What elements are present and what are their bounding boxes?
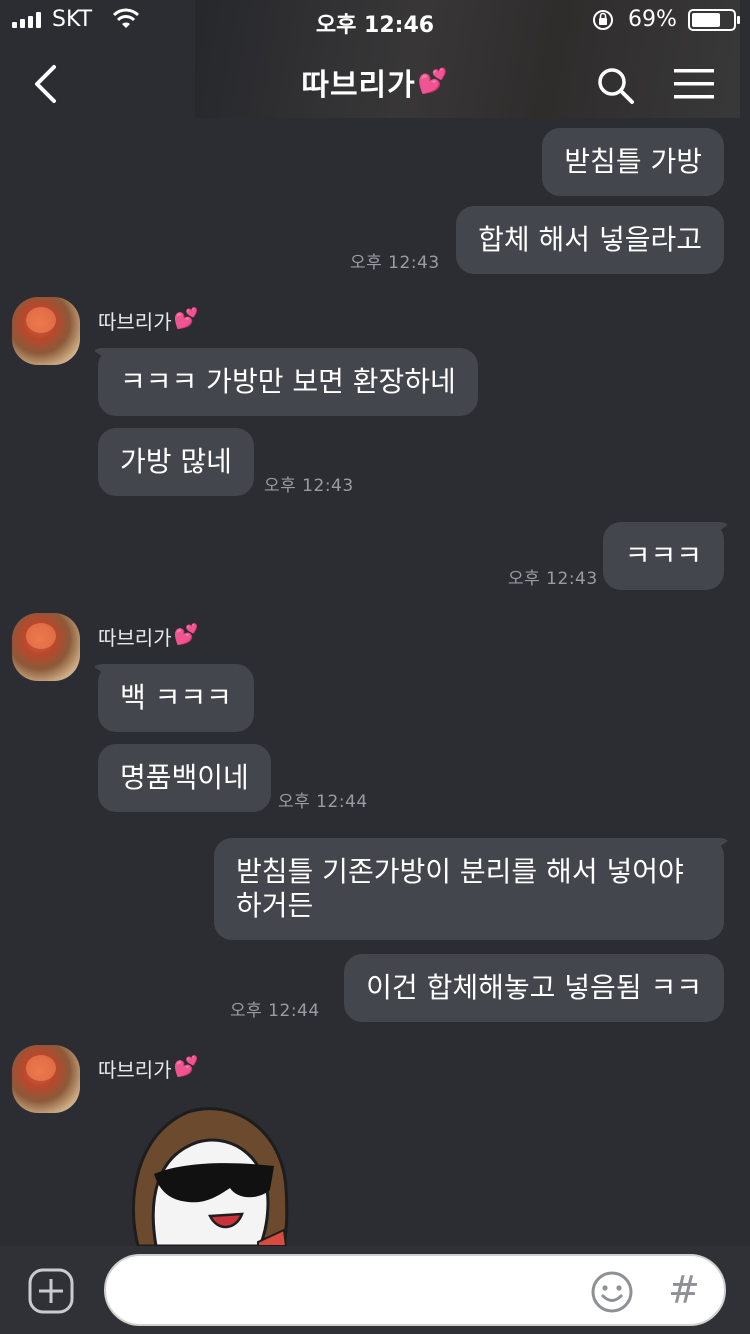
menu-icon[interactable] [674, 68, 714, 100]
sticker-image[interactable] [118, 1104, 298, 1246]
rotation-lock-icon [593, 10, 613, 30]
sender-name-text: 따브리가 [98, 626, 172, 650]
message-bubble-outgoing[interactable]: 받침틀 기존가방이 분리를 해서 넣어야 하거든 [214, 838, 724, 940]
message-bubble-outgoing[interactable]: ㅋㅋㅋ [602, 522, 724, 590]
message-timestamp: 오후 12:43 [350, 253, 440, 273]
heart-emoji-icon: 💕 [173, 622, 199, 646]
heart-emoji-icon: 💕 [173, 1054, 199, 1078]
battery-percent: 69% [628, 7, 677, 32]
message-timestamp: 오후 12:43 [508, 569, 598, 589]
message-timestamp: 오후 12:44 [230, 1001, 320, 1021]
message-bubble-outgoing[interactable]: 이건 합체해놓고 넣음됨 ㅋㅋ [344, 954, 724, 1022]
message-bubble-outgoing[interactable]: 합체 해서 넣을라고 [456, 206, 724, 274]
chat-title-text: 따브리가 [301, 68, 416, 103]
battery-icon [688, 9, 740, 31]
heart-emoji-icon: 💕 [417, 67, 449, 95]
emoji-icon[interactable] [590, 1270, 634, 1314]
hash-icon[interactable]: # [668, 1268, 700, 1312]
message-bubble-incoming[interactable]: 백 ㅋㅋㅋ [98, 664, 254, 732]
sender-name: 따브리가 💕 [98, 1054, 199, 1083]
message-bubble-outgoing[interactable]: 받침틀 가방 [542, 128, 724, 196]
heart-emoji-icon: 💕 [173, 306, 199, 330]
sender-name-text: 따브리가 [98, 310, 172, 334]
sender-name-text: 따브리가 [98, 1058, 172, 1082]
message-timestamp: 오후 12:44 [278, 792, 368, 812]
search-icon[interactable] [596, 66, 636, 106]
message-timestamp: 오후 12:43 [264, 476, 354, 496]
message-input[interactable]: # [104, 1254, 726, 1326]
message-bubble-incoming[interactable]: 가방 많네 [98, 428, 254, 496]
chat-title: 따브리가💕 [0, 60, 750, 104]
sender-name: 따브리가 💕 [98, 622, 199, 651]
avatar[interactable] [12, 613, 80, 681]
avatar[interactable] [12, 1045, 80, 1113]
plus-icon[interactable] [28, 1268, 74, 1314]
message-bubble-incoming[interactable]: ㅋㅋㅋ 가방만 보면 환장하네 [98, 348, 478, 416]
message-bubble-incoming[interactable]: 명품백이네 [98, 744, 271, 812]
status-bar: SKT 오후 12:46 69% [0, 0, 750, 40]
avatar[interactable] [12, 297, 80, 365]
sender-name: 따브리가 💕 [98, 306, 199, 335]
